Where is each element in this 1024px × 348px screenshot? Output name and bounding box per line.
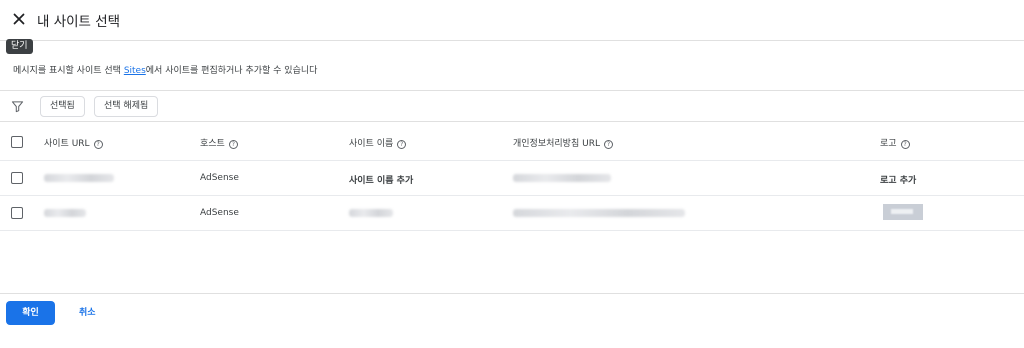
help-icon[interactable]: ? bbox=[93, 140, 103, 149]
table-header-row: 사이트 URL? 호스트? 사이트 이름? 개인정보처리방침 URL? 로고? bbox=[0, 122, 1024, 161]
help-icon[interactable]: ? bbox=[228, 140, 238, 149]
site-logo-image bbox=[883, 204, 923, 220]
sites-table: 사이트 URL? 호스트? 사이트 이름? 개인정보처리방침 URL? 로고? … bbox=[0, 122, 1024, 231]
row-checkbox[interactable] bbox=[11, 172, 23, 184]
sites-link[interactable]: Sites bbox=[124, 66, 146, 76]
help-icon[interactable]: ? bbox=[603, 140, 613, 149]
column-header-logo: 로고? bbox=[880, 136, 910, 149]
table-row[interactable]: AdSense 사이트 이름 추가 로고 추가 bbox=[0, 161, 1024, 196]
description-after: 에서 사이트를 편집하거나 추가할 수 있습니다 bbox=[145, 66, 318, 76]
site-url-redacted bbox=[44, 209, 86, 217]
table-row[interactable]: AdSense bbox=[0, 196, 1024, 231]
column-header-url: 사이트 URL? bbox=[44, 136, 103, 149]
privacy-url-redacted bbox=[513, 209, 685, 217]
help-icon[interactable]: ? bbox=[397, 140, 407, 149]
row-checkbox[interactable] bbox=[11, 207, 23, 219]
select-all-checkbox[interactable] bbox=[11, 136, 23, 148]
host-cell: AdSense bbox=[200, 208, 239, 218]
privacy-url-redacted bbox=[513, 174, 611, 182]
close-icon bbox=[13, 13, 25, 25]
description-before: 메시지를 표시할 사이트 선택 bbox=[13, 66, 124, 76]
filter-icon[interactable] bbox=[11, 100, 24, 113]
description-text: 메시지를 표시할 사이트 선택 Sites에서 사이트를 편집하거나 추가할 수… bbox=[13, 63, 317, 76]
host-cell: AdSense bbox=[200, 173, 239, 183]
dialog-header: 내 사이트 선택 bbox=[0, 0, 1024, 41]
add-logo-link[interactable]: 로고 추가 bbox=[880, 173, 916, 186]
column-header-name: 사이트 이름? bbox=[349, 136, 407, 149]
dialog-footer: 확인 취소 bbox=[0, 293, 1024, 348]
cancel-button[interactable]: 취소 bbox=[72, 301, 103, 325]
confirm-button[interactable]: 확인 bbox=[6, 301, 55, 325]
close-button[interactable] bbox=[9, 9, 29, 29]
filter-selected-chip[interactable]: 선택됨 bbox=[40, 96, 85, 117]
add-site-name-link[interactable]: 사이트 이름 추가 bbox=[349, 173, 413, 186]
site-url-redacted bbox=[44, 174, 114, 182]
help-icon[interactable]: ? bbox=[900, 140, 910, 149]
filter-deselected-chip[interactable]: 선택 해제됨 bbox=[94, 96, 159, 117]
site-name-redacted bbox=[349, 209, 393, 217]
filter-bar: 선택됨 선택 해제됨 bbox=[0, 90, 1024, 122]
dialog-title: 내 사이트 선택 bbox=[37, 14, 121, 30]
close-tooltip: 닫기 bbox=[6, 39, 33, 54]
column-header-host: 호스트? bbox=[200, 136, 238, 149]
column-header-privacy: 개인정보처리방침 URL? bbox=[513, 136, 613, 149]
